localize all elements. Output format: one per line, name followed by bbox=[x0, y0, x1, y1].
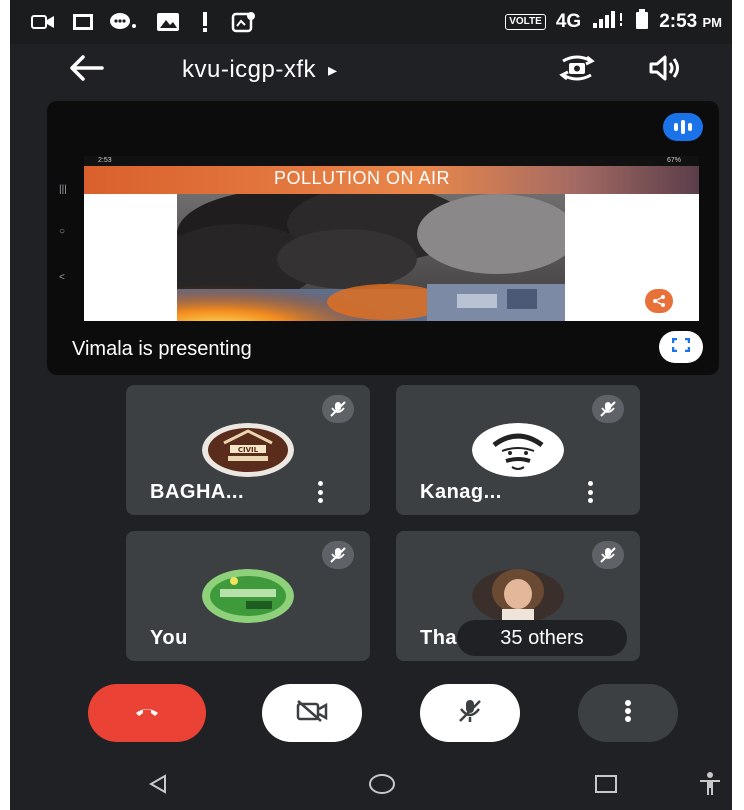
participant-options-button[interactable] bbox=[584, 479, 596, 505]
end-call-icon bbox=[134, 704, 160, 723]
signal-icon bbox=[591, 9, 625, 35]
volte-label: VOLTE bbox=[505, 14, 546, 30]
title-caret-icon: ▸ bbox=[328, 59, 338, 80]
speaking-indicator-icon bbox=[663, 113, 703, 141]
audio-output-button[interactable] bbox=[644, 50, 688, 90]
camera-off-icon bbox=[295, 699, 329, 728]
green-logo-avatar bbox=[202, 569, 294, 623]
mic-muted-icon bbox=[322, 395, 354, 423]
switch-camera-button[interactable] bbox=[555, 50, 599, 90]
nav-home-icon bbox=[368, 772, 396, 801]
photo-avatar bbox=[472, 569, 564, 623]
app-bar: kvu-icgp-xfk ▸ bbox=[10, 44, 732, 96]
presentation-panel: ||| ○ < 2:53 67% POLLUTION ON AIR Vimala… bbox=[47, 101, 719, 375]
nav-recents-button[interactable] bbox=[586, 770, 626, 802]
shared-screen-status-bar: 2:53 67% bbox=[84, 156, 699, 166]
image-notification-icon bbox=[155, 11, 181, 33]
nav-back-icon bbox=[147, 773, 169, 800]
meeting-code: kvu-icgp-xfk bbox=[182, 56, 317, 83]
mic-toggle-button[interactable] bbox=[420, 684, 520, 742]
participant-tile-you[interactable]: You bbox=[126, 531, 370, 661]
mic-muted-icon bbox=[592, 395, 624, 423]
nav-recents-icon bbox=[594, 773, 618, 800]
status-time: 2:53 PM bbox=[659, 11, 722, 32]
system-nav-bar bbox=[10, 760, 732, 810]
more-options-button[interactable] bbox=[578, 684, 678, 742]
video-call-notification-icon bbox=[30, 11, 56, 33]
mic-muted-icon bbox=[592, 541, 624, 569]
chat-notification-icon bbox=[108, 11, 138, 33]
nav-back-button[interactable] bbox=[138, 770, 178, 802]
slide-title: POLLUTION ON AIR bbox=[274, 168, 451, 188]
network-type: 4G bbox=[555, 11, 582, 32]
participant-tile-kanag[interactable]: Kanag... bbox=[396, 385, 640, 515]
svg-text:CIVIL: CIVIL bbox=[238, 446, 259, 454]
cast-icon bbox=[70, 11, 96, 33]
others-chip[interactable]: 35 others bbox=[457, 620, 627, 656]
back-arrow-icon bbox=[68, 54, 104, 87]
location-notification-icon bbox=[230, 11, 258, 33]
phone-screen: VOLTE 4G 2:53 PM kvu-icgp-xfk ▸ ||| ○ < … bbox=[10, 0, 732, 810]
participant-name: BAGHA... bbox=[150, 481, 244, 503]
share-icon[interactable] bbox=[645, 289, 673, 313]
participant-name: Tha bbox=[420, 627, 458, 649]
nav-home-button[interactable] bbox=[362, 770, 402, 802]
logo-avatar: CIVIL bbox=[202, 423, 294, 477]
battery-icon bbox=[635, 8, 649, 36]
participant-tile-bagha[interactable]: CIVIL BAGHA... bbox=[126, 385, 370, 515]
participant-name: Kanag... bbox=[420, 481, 502, 503]
end-call-button[interactable] bbox=[88, 684, 206, 742]
camera-toggle-button[interactable] bbox=[262, 684, 362, 742]
switch-camera-icon bbox=[558, 53, 596, 88]
participant-name: You bbox=[150, 627, 188, 649]
participant-options-button[interactable] bbox=[314, 479, 326, 505]
mic-muted-icon bbox=[322, 541, 354, 569]
slide-image bbox=[177, 194, 565, 321]
alert-icon bbox=[196, 11, 214, 33]
shared-screen-navbar: ||| ○ < bbox=[59, 184, 67, 283]
fullscreen-button[interactable] bbox=[659, 331, 703, 363]
fullscreen-icon bbox=[671, 337, 691, 357]
presenter-label: Vimala is presenting bbox=[72, 338, 252, 360]
status-bar: VOLTE 4G 2:53 PM bbox=[10, 0, 732, 44]
more-options-icon bbox=[624, 699, 632, 728]
portrait-sketch-avatar bbox=[472, 423, 564, 477]
slide-header: POLLUTION ON AIR bbox=[84, 166, 699, 194]
accessibility-button[interactable] bbox=[690, 770, 730, 802]
mic-off-icon bbox=[456, 697, 484, 730]
accessibility-icon bbox=[698, 771, 722, 802]
back-button[interactable] bbox=[66, 52, 106, 88]
speaker-icon bbox=[648, 54, 684, 87]
shared-screen: 2:53 67% POLLUTION ON AIR bbox=[84, 156, 699, 321]
meeting-title[interactable]: kvu-icgp-xfk ▸ bbox=[182, 56, 338, 84]
